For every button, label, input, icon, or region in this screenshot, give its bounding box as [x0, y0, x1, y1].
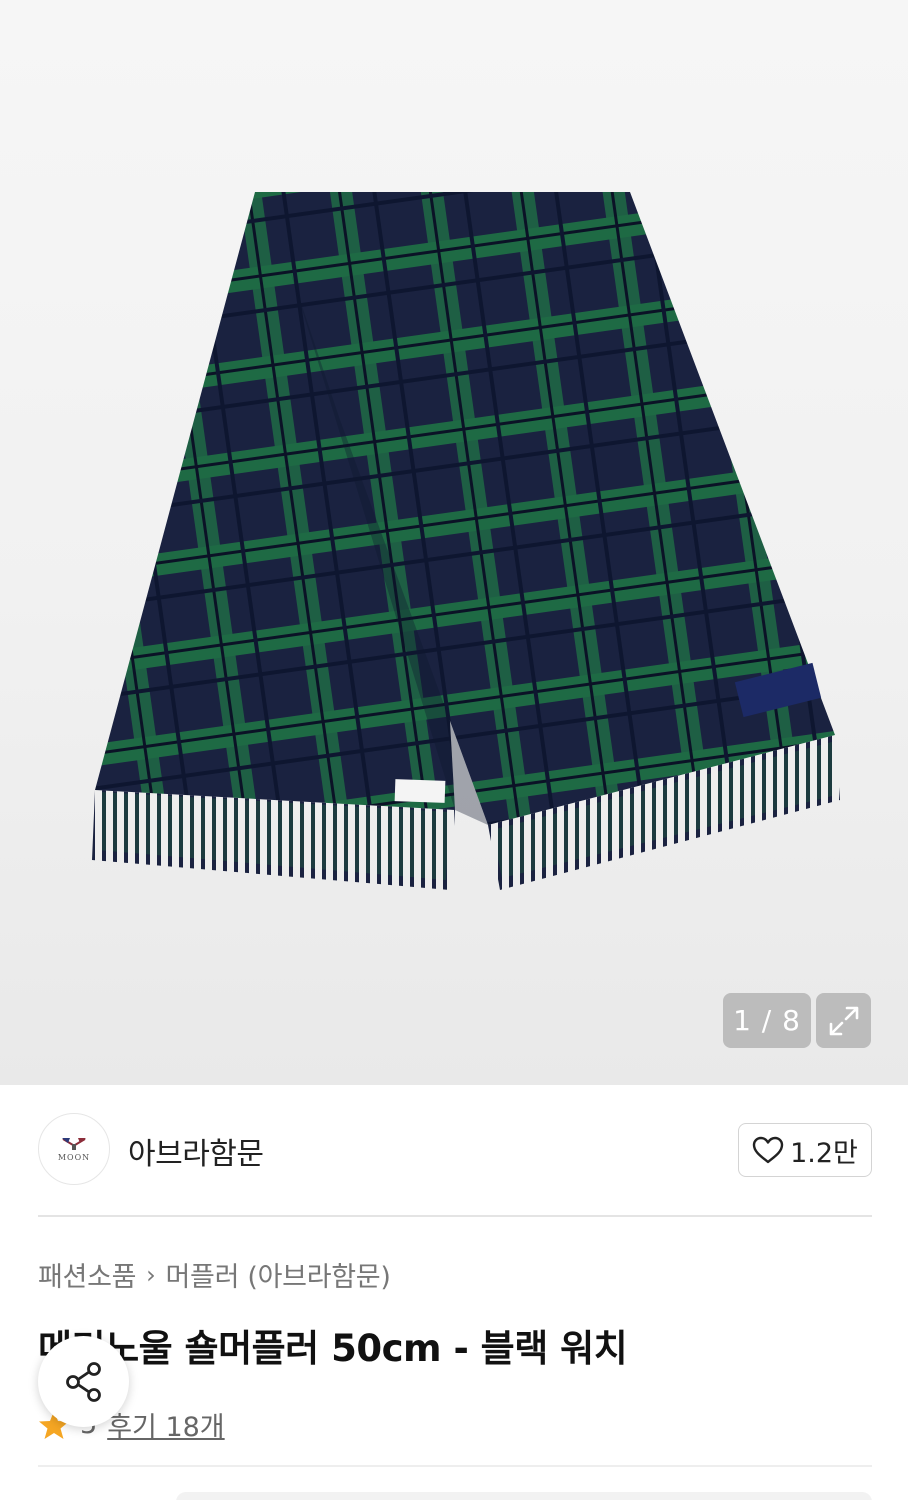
scarf-label-white: [394, 779, 446, 803]
seller-logo[interactable]: MOON: [38, 1113, 110, 1185]
seller-logo-emblem-icon: [62, 1137, 86, 1150]
image-counter: 1 / 8: [723, 993, 811, 1048]
share-button[interactable]: [38, 1336, 129, 1427]
seller-row: MOON 아브라함문 1.2만: [38, 1113, 872, 1187]
option-selector-stub[interactable]: [176, 1492, 872, 1500]
chevron-right-icon: ›: [146, 1260, 156, 1289]
share-icon: [65, 1361, 101, 1402]
product-gallery[interactable]: 1 / 8: [0, 0, 908, 1085]
breadcrumb-item-category[interactable]: 패션소품: [38, 1255, 136, 1294]
seller-logo-text: MOON: [57, 1152, 91, 1162]
review-link[interactable]: 후기 18개: [107, 1405, 224, 1444]
heart-icon: [752, 1136, 784, 1164]
divider: [38, 1215, 872, 1217]
seller-name[interactable]: 아브라함문: [128, 1129, 264, 1173]
breadcrumb: 패션소품 › 머플러 (아브라함문): [38, 1255, 391, 1294]
expand-icon: [829, 1006, 858, 1035]
expand-button[interactable]: [816, 993, 871, 1048]
product-title: 메리노울 숄머플러 50cm - 블랙 워치: [38, 1327, 628, 1370]
like-button[interactable]: 1.2만: [738, 1123, 872, 1177]
product-image[interactable]: [0, 0, 908, 1085]
breadcrumb-item-subcategory[interactable]: 머플러 (아브라함문): [165, 1255, 390, 1294]
like-count: 1.2만: [790, 1137, 858, 1169]
divider: [38, 1465, 872, 1467]
